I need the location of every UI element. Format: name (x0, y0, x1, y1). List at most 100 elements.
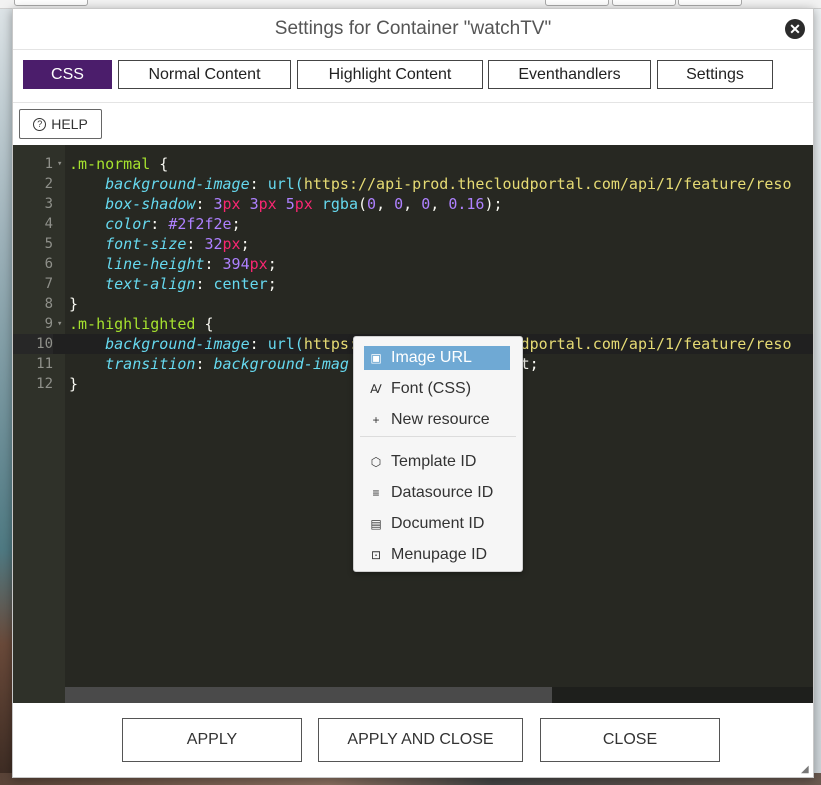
close-button[interactable]: CLOSE (540, 718, 720, 762)
tab-highlight-content[interactable]: Highlight Content (297, 60, 483, 89)
code-text: .m-highlighted { (69, 314, 214, 334)
tab-settings[interactable]: Settings (657, 60, 773, 89)
code-token: background-image (105, 335, 250, 353)
code-token: .m-highlighted (69, 315, 196, 333)
code-token: ); (484, 195, 503, 213)
help-label: HELP (51, 116, 88, 132)
code-token: 394 (222, 255, 250, 273)
code-text: background-image: url(https://api-prod.t… (69, 174, 791, 194)
apply-button[interactable]: APPLY (122, 718, 302, 762)
menu-item-image-url[interactable]: ▣ Image URL (364, 346, 510, 370)
code-token: 0 (394, 195, 404, 213)
menu-item-datasource-id[interactable]: ≡ Datasource ID (364, 481, 510, 505)
code-token: ; (240, 235, 250, 253)
help-icon: ? (33, 117, 47, 131)
code-token: 0 (367, 195, 377, 213)
code-token: #2f2f2e (168, 215, 232, 233)
resize-handle-icon[interactable]: ◢ (801, 765, 811, 775)
line-number: 4 (44, 216, 53, 232)
code-line[interactable]: 8} (13, 294, 813, 314)
line-number: 5 (44, 236, 53, 252)
cube-icon: ⬡ (370, 455, 382, 469)
code-token: px (222, 195, 241, 213)
code-token: ; (267, 275, 277, 293)
code-token: px (258, 195, 277, 213)
image-icon: ▣ (370, 351, 382, 365)
code-token: ; (267, 255, 277, 273)
code-line[interactable]: 9 ▾ .m-highlighted { (13, 314, 813, 334)
horizontal-scrollbar-thumb[interactable] (65, 687, 552, 703)
tab-css[interactable]: CSS (23, 60, 112, 89)
code-token: 5 (285, 195, 295, 213)
code-text: font-size: 32px; (69, 234, 250, 254)
font-icon: Ꜹ (370, 382, 382, 396)
apply-and-close-button[interactable]: APPLY AND CLOSE (318, 718, 523, 762)
plus-icon: + (372, 413, 380, 427)
line-number: 12 (36, 376, 53, 392)
code-token: 3 (213, 195, 223, 213)
code-token: { (150, 155, 169, 173)
code-token: 32 (204, 235, 223, 253)
code-text: .m-normal { (69, 154, 168, 174)
code-token: { (195, 315, 214, 333)
tab-bar: CSS Normal Content Highlight Content Eve… (13, 50, 813, 103)
menu-item-menupage-id[interactable]: ⊡ Menupage ID (364, 543, 510, 567)
code-token: text-align (105, 275, 196, 293)
code-token: 0.16 (448, 195, 485, 213)
code-token: https://api-prod.thecloudportal.com/api/… (303, 175, 792, 193)
code-text: box-shadow: 3px 3px 5px rgba(0, 0, 0, 0.… (69, 194, 503, 214)
code-token: font-size (105, 235, 187, 253)
code-token: : (195, 195, 214, 213)
document-icon: ▤ (370, 517, 382, 531)
fold-arrow-icon[interactable]: ▾ (57, 154, 62, 174)
code-line[interactable]: 1 ▾ .m-normal { (13, 154, 813, 174)
code-token: .m-normal (69, 155, 151, 173)
background-tab (14, 0, 88, 6)
menu-separator (360, 436, 516, 437)
background-tab (545, 0, 609, 6)
code-line[interactable]: 3 box-shadow: 3px 3px 5px rgba(0, 0, 0, … (13, 194, 813, 214)
code-token: px (294, 195, 313, 213)
code-text: } (69, 374, 78, 394)
code-line[interactable]: 7 text-align: center; (13, 274, 813, 294)
dialog-footer: APPLY APPLY AND CLOSE CLOSE ◢ (13, 703, 813, 777)
code-line[interactable]: 4 color: #2f2f2e; (13, 214, 813, 234)
code-text: color: #2f2f2e; (69, 214, 240, 234)
code-text: } (69, 294, 78, 314)
code-token: } (69, 295, 79, 313)
menu-item-label: Image URL (391, 349, 472, 366)
code-token: : (249, 335, 268, 353)
line-number: 8 (44, 296, 53, 312)
menu-item-document-id[interactable]: ▤ Document ID (364, 512, 510, 536)
menu-item-new-resource[interactable]: + New resource (364, 408, 510, 432)
code-line[interactable]: 5 font-size: 32px; (13, 234, 813, 254)
code-line[interactable]: 6 line-height: 394px; (13, 254, 813, 274)
code-token: url( (267, 175, 304, 193)
code-line[interactable]: 2 background-image: url(https://api-prod… (13, 174, 813, 194)
dialog-titlebar: Settings for Container "watchTV" ✕ (13, 9, 813, 50)
line-number: 11 (36, 356, 53, 372)
menu-item-template-id[interactable]: ⬡ Template ID (364, 450, 510, 474)
code-token: line-height (105, 255, 205, 273)
code-token: : (204, 255, 223, 273)
fold-arrow-icon[interactable]: ▾ (57, 314, 62, 334)
code-token: px (249, 255, 268, 273)
tab-normal-content[interactable]: Normal Content (118, 60, 291, 89)
menu-item-font-css[interactable]: Ꜹ Font (CSS) (364, 377, 510, 401)
menu-item-label: Document ID (391, 515, 485, 532)
line-number: 6 (44, 256, 53, 272)
line-number: 1 (44, 156, 53, 172)
line-number: 9 (44, 316, 53, 332)
tab-eventhandlers[interactable]: Eventhandlers (488, 60, 651, 89)
line-number: 10 (13, 334, 53, 354)
help-button[interactable]: ? HELP (19, 109, 102, 139)
menu-item-label: Menupage ID (391, 546, 488, 563)
css-code-editor[interactable]: 1 ▾ .m-normal {2 background-image: url(htt… (13, 145, 813, 703)
close-icon[interactable]: ✕ (785, 19, 805, 39)
menu-item-label: Template ID (391, 453, 477, 470)
settings-dialog: Settings for Container "watchTV" ✕ CSS N… (12, 8, 814, 778)
